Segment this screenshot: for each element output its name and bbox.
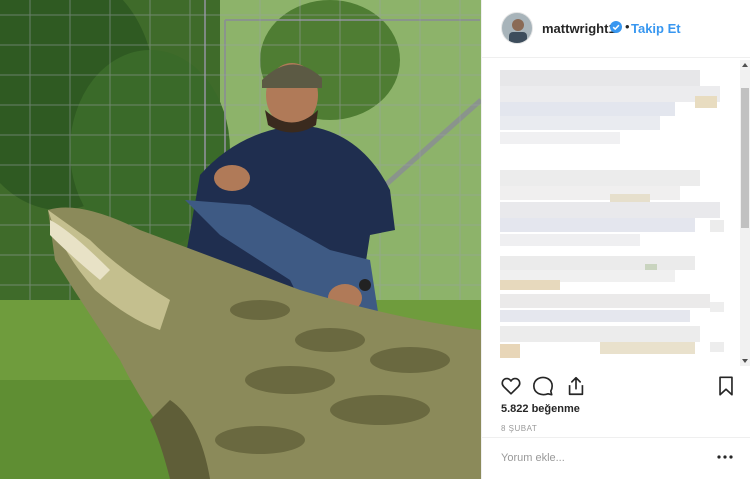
likes-count[interactable]: 5.822 beğenme [501,403,580,415]
scroll-down-arrow-icon[interactable] [740,356,750,366]
avatar[interactable] [501,12,533,44]
post-header: mattwright1 • Takip Et [482,0,750,58]
bookmark-icon[interactable] [715,375,737,397]
comment-icon[interactable] [532,375,554,397]
comment-bar [482,437,750,479]
comment-input[interactable] [501,448,701,468]
heart-icon[interactable] [500,375,522,397]
scrollbar[interactable] [740,60,750,366]
username-link[interactable]: mattwright1 [542,21,616,36]
separator-dot: • [625,19,630,34]
scroll-up-arrow-icon[interactable] [740,60,750,70]
scrollbar-thumb[interactable] [741,88,749,228]
action-bar [482,370,750,402]
follow-button[interactable]: Takip Et [631,21,681,36]
caption-comments-blurred [500,70,742,366]
post-date[interactable]: 8 ŞUBAT [501,424,537,433]
share-icon[interactable] [565,375,587,397]
more-options-icon[interactable] [716,450,734,464]
post-sidebar: mattwright1 • Takip Et 5.822 beğenme 8 Ş… [481,0,750,479]
verified-badge-icon [610,21,622,33]
post-photo[interactable] [0,0,481,479]
post-image [0,0,481,479]
